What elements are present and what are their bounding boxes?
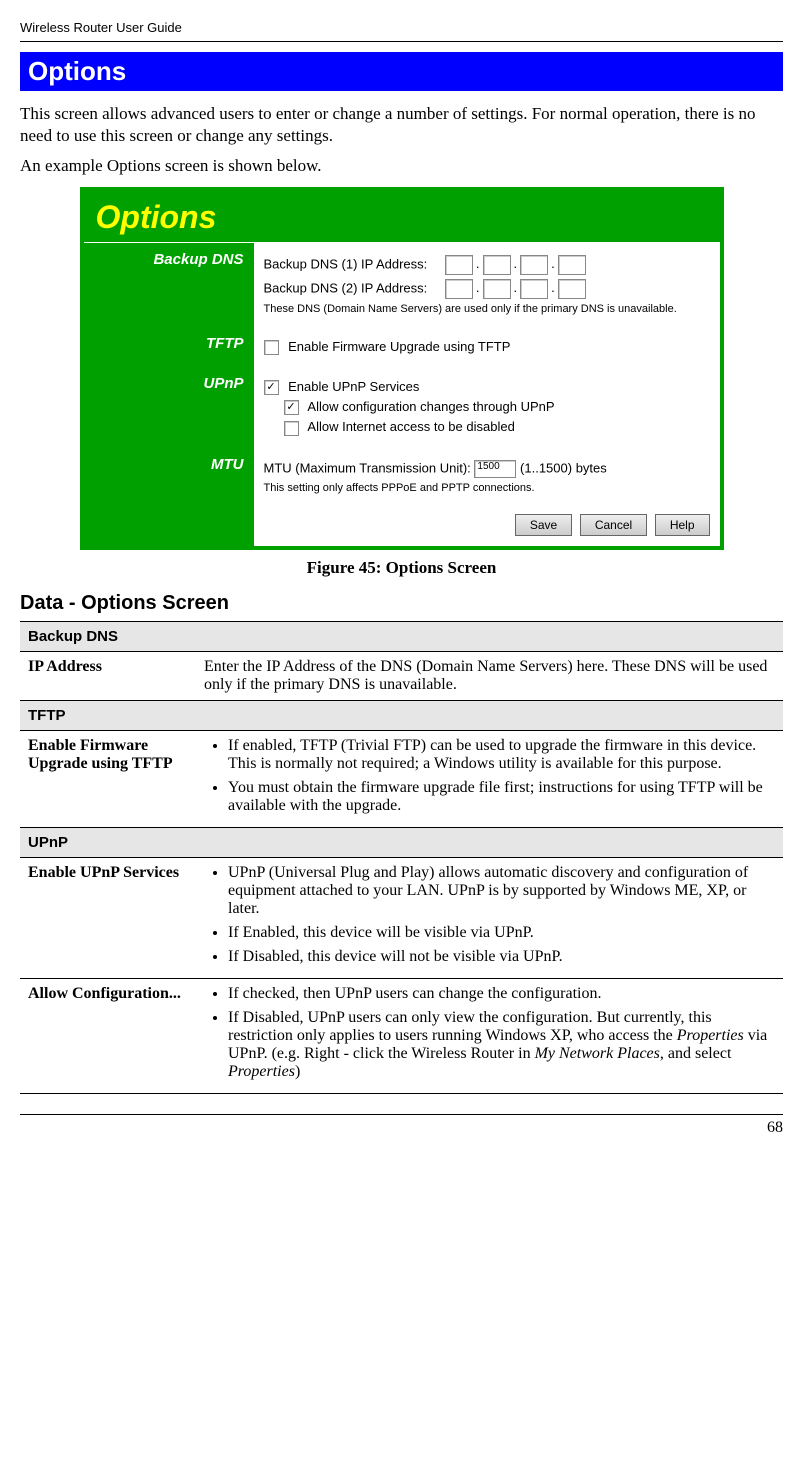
row-upnp-allow-bullet-1: If checked, then UPnP users can change t…	[228, 985, 775, 1003]
mtu-suffix: (1..1500) bytes	[520, 460, 607, 475]
data-subheading: Data - Options Screen	[20, 592, 783, 615]
options-data-table: Backup DNS IP Address Enter the IP Addre…	[20, 621, 783, 1094]
intro-paragraph-2: An example Options screen is shown below…	[20, 155, 783, 177]
options-screenshot: Options Backup DNS Backup DNS (1) IP Add…	[80, 187, 724, 549]
upnp-config-label: Allow configuration changes through UPnP	[307, 399, 554, 414]
row-upnp-enable-bullet-1: UPnP (Universal Plug and Play) allows au…	[228, 864, 775, 918]
row-tftp-bullet-1: If enabled, TFTP (Trivial FTP) can be us…	[228, 737, 775, 773]
row-label-ip-address: IP Address	[20, 651, 196, 700]
section-label-tftp: TFTP	[84, 327, 254, 367]
row-text-ip-address: Enter the IP Address of the DNS (Domain …	[196, 651, 783, 700]
row-upnp-allow-bullet-2: If Disabled, UPnP users can only view th…	[228, 1009, 775, 1081]
page-title: Options	[20, 52, 783, 91]
dns-hint: These DNS (Domain Name Servers) are used…	[264, 303, 710, 315]
row-tftp-bullet-2: You must obtain the firmware upgrade fil…	[228, 779, 775, 815]
upnp-config-checkbox[interactable]	[284, 400, 299, 415]
group-backup-dns: Backup DNS	[20, 621, 783, 651]
group-upnp: UPnP	[20, 827, 783, 857]
group-tftp: TFTP	[20, 700, 783, 730]
dns2-ip-fields[interactable]: . . .	[445, 279, 586, 299]
row-label-upnp-allow: Allow Configu­ration...	[20, 978, 196, 1093]
cancel-button[interactable]: Cancel	[580, 514, 647, 536]
help-button[interactable]: Help	[655, 514, 710, 536]
dns1-ip-fields[interactable]: . . .	[445, 255, 586, 275]
section-label-upnp: UPnP	[84, 367, 254, 447]
screenshot-title: Options	[84, 191, 720, 243]
row-label-tftp: Enable Firm­ware Upgrade using TFTP	[20, 730, 196, 827]
row-upnp-enable-bullet-2: If Enabled, this device will be visible …	[228, 924, 775, 942]
row-label-upnp-enable: Enable UPnP Services	[20, 857, 196, 978]
mtu-field[interactable]: 1500	[474, 460, 516, 478]
dns2-label: Backup DNS (2) IP Address:	[264, 281, 428, 296]
section-label-backup-dns: Backup DNS	[84, 243, 254, 327]
header-divider	[20, 41, 783, 42]
upnp-internet-label: Allow Internet access to be disabled	[307, 419, 514, 434]
upnp-internet-checkbox[interactable]	[284, 421, 299, 436]
mtu-hint: This setting only affects PPPoE and PPTP…	[264, 482, 710, 494]
mtu-label: MTU (Maximum Transmission Unit):	[264, 460, 471, 475]
upnp-enable-checkbox[interactable]	[264, 380, 279, 395]
tftp-checkbox-label: Enable Firmware Upgrade using TFTP	[288, 339, 510, 354]
page-number: 68	[20, 1114, 783, 1137]
dns1-label: Backup DNS (1) IP Address:	[264, 257, 428, 272]
section-label-mtu: MTU	[84, 448, 254, 506]
tftp-checkbox[interactable]	[264, 340, 279, 355]
figure-caption: Figure 45: Options Screen	[20, 558, 783, 578]
upnp-enable-label: Enable UPnP Services	[288, 379, 419, 394]
row-upnp-enable-bullet-3: If Disabled, this device will not be vis…	[228, 948, 775, 966]
intro-paragraph-1: This screen allows advanced users to ent…	[20, 103, 783, 147]
save-button[interactable]: Save	[515, 514, 572, 536]
running-header: Wireless Router User Guide	[20, 20, 783, 35]
